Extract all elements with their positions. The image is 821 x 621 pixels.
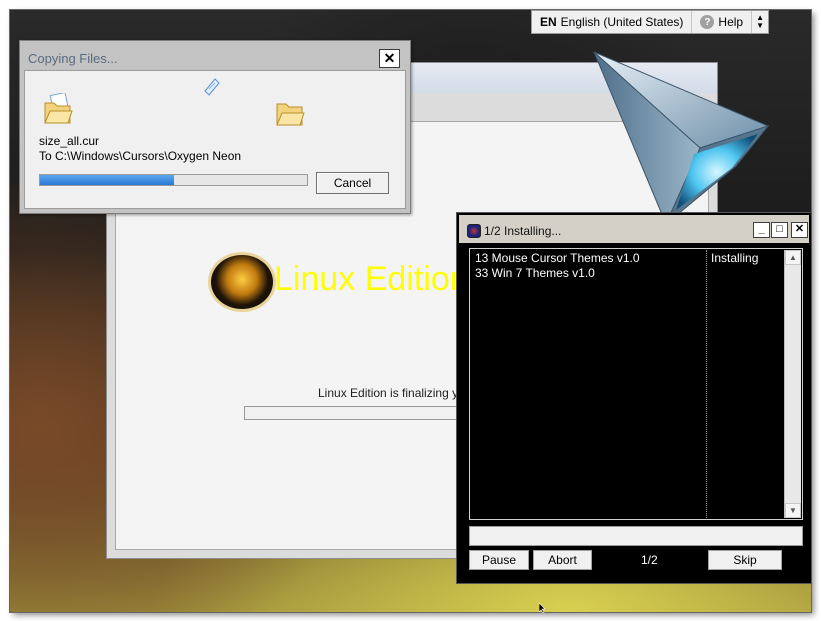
language-bar: EN English (United States) ? Help ▲ ▼ <box>531 10 770 34</box>
copy-file-name: size_all.cur <box>39 134 100 148</box>
linux-edition-logo <box>208 252 276 312</box>
3d-cursor-icon <box>593 51 770 226</box>
language-name: English (United States) <box>560 15 684 29</box>
list-item[interactable]: 13 Mouse Cursor Themes v1.0 <box>475 251 640 265</box>
install-queue-list[interactable]: 13 Mouse Cursor Themes v1.0 Installing 3… <box>469 248 803 520</box>
destination-folder-icon <box>276 103 305 126</box>
mouse-pointer-icon <box>539 603 546 613</box>
copy-progress-bar <box>39 174 308 186</box>
pause-button[interactable]: Pause <box>469 550 529 570</box>
cancel-button[interactable]: Cancel <box>316 172 389 194</box>
copy-progress-fill <box>40 175 174 185</box>
install-counter: 1/2 <box>641 553 658 567</box>
abort-button[interactable]: Abort <box>533 550 592 570</box>
skip-button[interactable]: Skip <box>708 550 782 570</box>
install-close-button[interactable]: ✕ <box>791 222 808 238</box>
help-icon: ? <box>700 15 715 29</box>
language-code: EN <box>540 15 557 29</box>
column-separator <box>706 250 707 518</box>
help-button[interactable]: ? Help <box>692 11 753 33</box>
app-icon <box>467 224 481 238</box>
scroll-down-icon[interactable]: ▼ <box>785 503 801 518</box>
language-bar-options-button[interactable]: ▲ ▼ <box>752 11 768 33</box>
copy-destination: To C:\Windows\Cursors\Oxygen Neon <box>39 149 242 163</box>
flying-file-icon <box>204 78 220 96</box>
list-item-status: Installing <box>711 251 759 265</box>
copy-dialog-title: Copying Files... <box>28 51 118 66</box>
copy-dialog-body: size_all.cur To C:\Windows\Cursors\Oxyge… <box>24 70 406 209</box>
install-window-titlebar: 1/2 Installing... _ □ ✕ <box>459 215 809 243</box>
copying-files-dialog: Copying Files... ✕ size_all.cur To C:\Wi… <box>19 40 411 214</box>
help-label: Help <box>718 15 744 29</box>
install-status-field <box>469 526 803 546</box>
scroll-up-icon[interactable]: ▲ <box>785 250 801 265</box>
install-window-title: 1/2 Installing... <box>484 224 562 238</box>
maximize-button[interactable]: □ <box>771 222 788 238</box>
options-arrow-icon: ▲ ▼ <box>756 13 765 30</box>
installing-window: 1/2 Installing... _ □ ✕ 13 Mouse Cursor … <box>456 212 812 584</box>
minimize-button[interactable]: _ <box>753 222 770 238</box>
language-selector[interactable]: EN English (United States) <box>532 11 693 33</box>
list-item[interactable]: 33 Win 7 Themes v1.0 <box>475 266 595 280</box>
vertical-scrollbar[interactable]: ▲ ▼ <box>784 250 801 518</box>
setup-progress-bar <box>244 406 476 420</box>
source-folder-icon <box>44 93 73 124</box>
copy-dialog-close-button[interactable]: ✕ <box>379 49 400 68</box>
